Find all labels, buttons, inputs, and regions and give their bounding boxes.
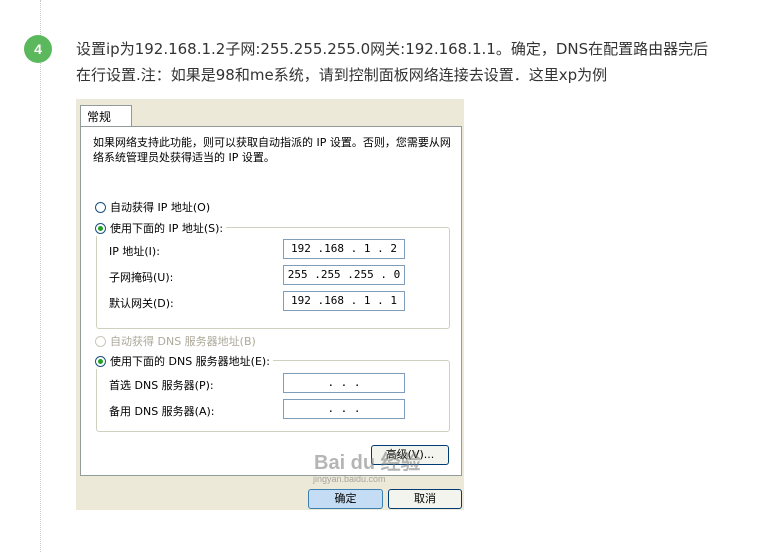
baidu-watermark: Bai du 经验: [314, 452, 421, 474]
manual-dns-radio[interactable]: 使用下面的 DNS 服务器地址(E):: [95, 353, 273, 369]
radio-icon: [95, 202, 106, 213]
preferred-dns-label: 首选 DNS 服务器(P):: [109, 379, 214, 392]
step-number-badge: 4: [24, 35, 52, 63]
alternate-dns-label: 备用 DNS 服务器(A):: [109, 405, 215, 418]
gateway-input[interactable]: 192 .168 . 1 . 1: [283, 291, 405, 311]
subnet-mask-input[interactable]: 255 .255 .255 . 0: [283, 265, 405, 285]
ip-address-label: IP 地址(I):: [109, 245, 160, 258]
manual-ip-radio[interactable]: 使用下面的 IP 地址(S):: [95, 220, 227, 236]
auto-dns-radio[interactable]: 自动获得 DNS 服务器地址(B): [95, 333, 256, 349]
intro-text: 如果网络支持此功能，则可以获取自动指派的 IP 设置。否则，您需要从网络系统管理…: [93, 136, 451, 164]
manual-dns-group: [96, 360, 450, 432]
radio-selected-icon: [95, 223, 106, 234]
alternate-dns-input[interactable]: . . .: [283, 399, 405, 419]
radio-selected-icon: [95, 356, 106, 367]
baidu-watermark-url: jingyan.baidu.com: [313, 474, 386, 484]
radio-icon: [95, 336, 106, 347]
ip-address-input[interactable]: 192 .168 . 1 . 2: [283, 239, 405, 259]
timeline-line: [40, 0, 41, 552]
gateway-label: 默认网关(D):: [109, 297, 174, 310]
step-description: 设置ip为192.168.1.2子网:255.255.255.0网关:192.1…: [76, 40, 709, 84]
preferred-dns-input[interactable]: . . .: [283, 373, 405, 393]
subnet-mask-label: 子网掩码(U):: [109, 271, 174, 284]
general-panel: 如果网络支持此功能，则可以获取自动指派的 IP 设置。否则，您需要从网络系统管理…: [80, 126, 462, 476]
ok-button[interactable]: 确定: [308, 489, 383, 509]
cancel-button[interactable]: 取消: [388, 489, 462, 509]
auto-ip-radio[interactable]: 自动获得 IP 地址(O): [95, 199, 210, 215]
tab-general[interactable]: 常规: [80, 105, 132, 127]
